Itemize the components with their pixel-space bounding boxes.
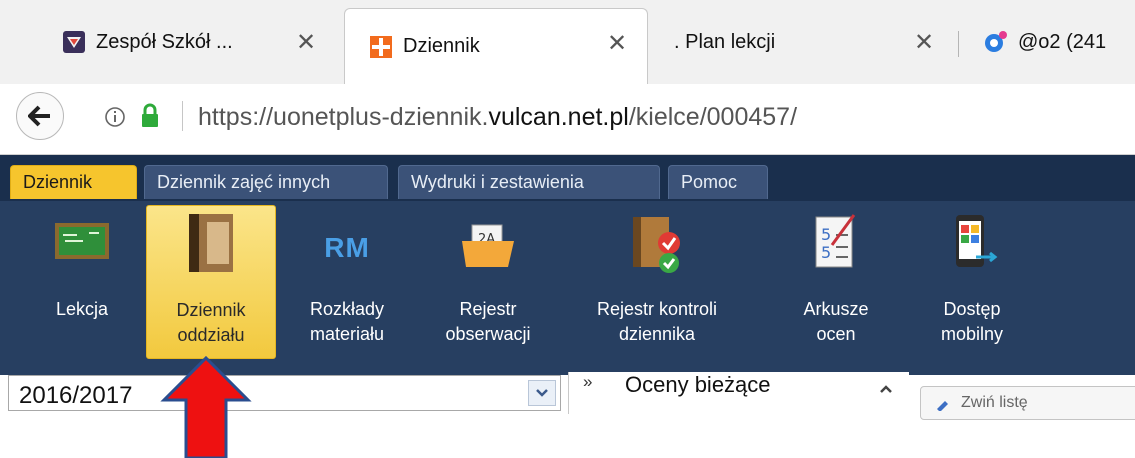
menu-tab-pomoc[interactable]: Pomoc (668, 165, 768, 199)
register-check-icon (633, 217, 680, 273)
browser-tab-school[interactable]: Zespół Szkół ... ✕ (62, 12, 332, 72)
close-tab-icon[interactable]: ✕ (296, 28, 316, 57)
ribbon-button-dziennik-oddzialu[interactable]: Dziennik oddziału (146, 205, 276, 359)
ribbon-label: Rejestr obserwacji (445, 299, 531, 344)
ribbon-button-dostep-mobilny[interactable]: Dostęp mobilny (914, 205, 1030, 359)
close-tab-icon[interactable]: ✕ (607, 29, 627, 58)
ribbon-label: Dziennik oddziału (176, 300, 246, 345)
dropdown-button[interactable] (528, 380, 556, 406)
class-register-book-icon (189, 214, 233, 272)
ribbon-label: Arkusze ocen (803, 299, 869, 344)
tab-title: Dziennik (403, 35, 480, 57)
school-shield-icon (63, 31, 85, 53)
svg-text:5: 5 (821, 243, 831, 262)
close-tab-icon[interactable]: ✕ (914, 28, 934, 57)
expand-chevron-icon[interactable]: » (583, 372, 592, 392)
vulcan-plus-icon (370, 35, 392, 58)
browser-tab-plan[interactable]: . Plan lekcji ✕ (674, 12, 954, 72)
svg-text:5: 5 (821, 225, 831, 244)
grades-panel-title: Oceny bieżące (625, 372, 771, 397)
collapse-list-button[interactable]: Zwiń listę (920, 386, 1135, 420)
school-year-select[interactable]: 2016/2017 (8, 375, 561, 411)
ribbon-button-rejestr-obserwacji[interactable]: 2A Rejestr obserwacji (420, 205, 556, 359)
ribbon-button-rejestr-kontroli[interactable]: Rejestr kontroli dziennika (572, 205, 742, 359)
o2-mail-icon (985, 31, 1007, 52)
annotation-arrow-icon (160, 356, 252, 458)
rm-icon: RM (324, 232, 370, 263)
menu-tab-dziennik-zajec-innych[interactable]: Dziennik zajęć innych (144, 165, 388, 199)
ribbon-button-rozklady-materialu[interactable]: RM Rozkłady materiału (290, 205, 404, 359)
grade-sheet-icon: 5 5 (815, 214, 856, 268)
tab-title: @o2 (241 (1018, 30, 1107, 53)
ribbon-button-arkusze-ocen[interactable]: 5 5 Arkusze ocen (778, 205, 894, 359)
browser-tab-o2[interactable]: @o2 (241 (984, 12, 1135, 72)
menu-tab-wydruki[interactable]: Wydruki i zestawienia (398, 165, 660, 199)
chalkboard-icon (55, 223, 109, 259)
mobile-access-icon (956, 215, 998, 267)
ribbon-button-lekcja[interactable]: Lekcja (24, 205, 140, 359)
school-year-value: 2016/2017 (19, 382, 133, 409)
url-field[interactable]: https://uonetplus-dziennik.vulcan.net.pl… (198, 103, 797, 132)
tab-title: Zespół Szkół ... (96, 30, 233, 53)
url-path: /kielce/000457/ (628, 103, 798, 131)
url-scheme-prefix: https://uonetplus-dziennik. (198, 103, 489, 131)
ribbon-label: Lekcja (55, 299, 109, 319)
chevron-down-icon (536, 389, 548, 397)
grades-panel-header[interactable]: » Oceny bieżące (568, 372, 909, 414)
collapse-list-label: Zwiń listę (961, 394, 1028, 411)
url-host: vulcan.net.pl (488, 103, 629, 131)
ribbon-label: Rejestr kontroli dziennika (596, 299, 718, 344)
pencil-icon (937, 401, 948, 411)
ribbon-label: Dostęp mobilny (940, 299, 1004, 344)
tab-title: . Plan lekcji (674, 30, 776, 53)
info-icon[interactable] (104, 106, 126, 128)
menu-tab-dziennik[interactable]: Dziennik (10, 165, 137, 199)
chevron-up-icon[interactable] (879, 384, 893, 394)
ribbon-label: Rozkłady materiału (309, 299, 385, 344)
back-button[interactable] (16, 92, 64, 140)
url-divider (182, 101, 183, 131)
browser-tab-dziennik[interactable]: Dziennik ✕ (344, 8, 648, 84)
tab-separator (958, 31, 959, 57)
lock-icon[interactable] (140, 103, 160, 129)
folder-observation-icon: 2A (462, 224, 514, 267)
arrow-left-icon (28, 105, 50, 127)
